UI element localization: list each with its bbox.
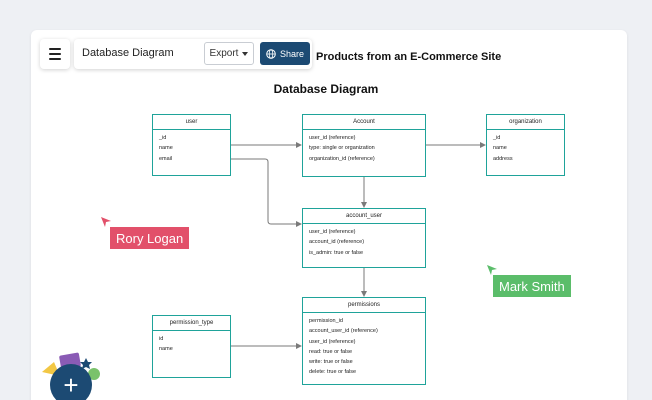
- entity-field: user_id (reference): [309, 229, 356, 235]
- entity-field: is_admin: true or false: [309, 249, 364, 256]
- entity-field: id: [159, 336, 164, 342]
- entity-field: write: true or false: [309, 359, 353, 366]
- entity-field: user_id (reference): [309, 135, 356, 141]
- entity-title: permissions: [303, 298, 425, 313]
- entity-field: account_id (reference): [309, 239, 365, 246]
- add-button[interactable]: +: [50, 364, 92, 400]
- share-label: Share: [279, 48, 305, 59]
- entity-field: delete: true or false: [309, 369, 357, 376]
- entity-field: name: [159, 145, 173, 152]
- collaborator-label-mark: Mark Smith: [493, 275, 571, 297]
- top-toolbar: Database Diagram Export Share: [40, 39, 312, 69]
- entity-field: type: single or organization: [309, 145, 375, 152]
- entity-field: email: [159, 155, 173, 162]
- document-title-field[interactable]: Database Diagram Export Share: [74, 39, 312, 69]
- collaborator-label-rory: Rory Logan: [110, 227, 190, 249]
- entity-title: organization: [487, 115, 564, 130]
- entity-field: account_user_id (reference): [309, 328, 378, 335]
- cursor-arrow-icon: [101, 217, 111, 227]
- entity-field: _id: [159, 135, 167, 141]
- connector-user-account_user: [231, 158, 302, 227]
- entity-field: name: [493, 145, 507, 152]
- plus-icon: +: [63, 370, 79, 400]
- hamburger-icon: [49, 48, 61, 50]
- cursor-arrow-icon: [487, 265, 497, 275]
- globe-icon: [266, 48, 276, 59]
- export-button[interactable]: Export: [204, 42, 254, 65]
- export-label: Export: [209, 48, 239, 59]
- entity-permission-type[interactable]: permission_type id name: [152, 315, 231, 378]
- share-button[interactable]: Share: [260, 42, 310, 65]
- entity-organization[interactable]: organization _id name address: [486, 114, 565, 176]
- entity-permissions[interactable]: permissions permission_id account_user_i…: [302, 297, 426, 385]
- entity-field: name: [159, 346, 173, 353]
- entity-title: permission_type: [153, 316, 230, 331]
- entity-title: user: [153, 115, 230, 130]
- entity-account[interactable]: Account user_id (reference) type: single…: [302, 114, 426, 177]
- menu-button[interactable]: [40, 39, 70, 69]
- document-title: Database Diagram: [82, 47, 174, 59]
- entity-title: account_user: [303, 209, 425, 224]
- entity-field: _id: [493, 135, 501, 141]
- entity-title: Account: [303, 115, 425, 130]
- entity-field: read: true or false: [309, 348, 353, 355]
- caret-down-icon: [242, 51, 249, 56]
- entity-user[interactable]: user _id name email: [152, 114, 231, 176]
- entity-field: organization_id (reference): [309, 155, 375, 162]
- entity-field: address: [493, 155, 513, 162]
- entity-field: user_id (reference): [309, 338, 356, 345]
- entity-account-user[interactable]: account_user user_id (reference) account…: [302, 208, 426, 268]
- entity-field: permission_id: [309, 318, 343, 324]
